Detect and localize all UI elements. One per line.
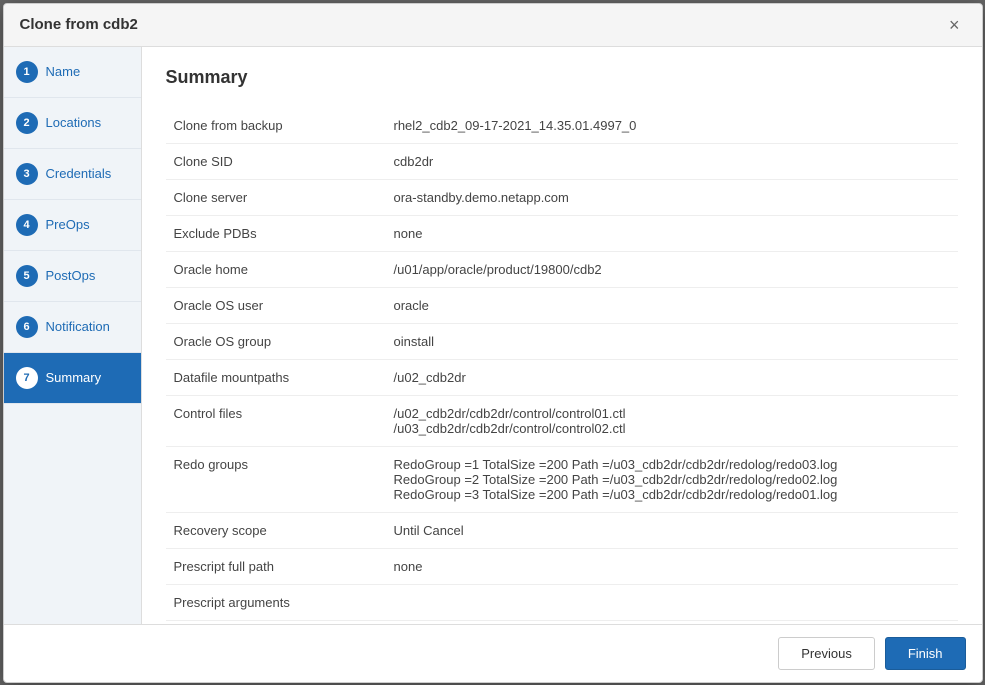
modal-body: 1 Name 2 Locations 3 Credentials 4 PreOps 5 PostO… (4, 47, 982, 624)
sidebar-item-credentials[interactable]: 3 Credentials (4, 149, 141, 200)
row-label: Redo groups (166, 446, 386, 512)
table-row: Recovery scopeUntil Cancel (166, 512, 958, 548)
row-value: none (386, 548, 958, 584)
row-value: oinstall (386, 323, 958, 359)
step-circle-7: 7 (16, 367, 38, 389)
previous-button[interactable]: Previous (778, 637, 875, 670)
table-row: Oracle home/u01/app/oracle/product/19800… (166, 251, 958, 287)
modal: Clone from cdb2 × 1 Name 2 Locations 3 Creden… (3, 3, 983, 683)
row-value: none (386, 215, 958, 251)
row-label: Exclude PDBs (166, 215, 386, 251)
row-label: Clone server (166, 179, 386, 215)
table-row: Control files/u02_cdb2dr/cdb2dr/control/… (166, 395, 958, 446)
step-circle-5: 5 (16, 265, 38, 287)
modal-header: Clone from cdb2 × (4, 4, 982, 47)
sidebar-item-label: PostOps (46, 268, 96, 283)
row-label: Oracle home (166, 251, 386, 287)
sidebar-item-label: PreOps (46, 217, 90, 232)
step-circle-1: 1 (16, 61, 38, 83)
row-label: Control files (166, 395, 386, 446)
sidebar-item-label: Name (46, 64, 81, 79)
row-value: /u02_cdb2dr (386, 359, 958, 395)
sidebar: 1 Name 2 Locations 3 Credentials 4 PreOps 5 PostO… (4, 47, 142, 624)
step-circle-2: 2 (16, 112, 38, 134)
row-value: cdb2dr (386, 143, 958, 179)
row-value: /u02_cdb2dr/cdb2dr/control/control01.ctl… (386, 395, 958, 446)
sidebar-item-label: Summary (46, 370, 102, 385)
step-circle-3: 3 (16, 163, 38, 185)
sidebar-item-summary[interactable]: 7 Summary (4, 353, 141, 404)
sidebar-item-label: Credentials (46, 166, 112, 181)
modal-footer: Previous Finish (4, 624, 982, 682)
step-circle-4: 4 (16, 214, 38, 236)
row-label: Recovery scope (166, 512, 386, 548)
row-value: /u01/app/oracle/product/19800/cdb2 (386, 251, 958, 287)
finish-button[interactable]: Finish (885, 637, 966, 670)
row-label: Oracle OS user (166, 287, 386, 323)
row-label: Clone SID (166, 143, 386, 179)
table-row: Oracle OS groupoinstall (166, 323, 958, 359)
row-value: none (386, 620, 958, 624)
row-value (386, 584, 958, 620)
table-row: Clone SIDcdb2dr (166, 143, 958, 179)
row-label: Datafile mountpaths (166, 359, 386, 395)
modal-title: Clone from cdb2 (20, 16, 138, 33)
table-row: Prescript arguments (166, 584, 958, 620)
step-circle-6: 6 (16, 316, 38, 338)
row-value: oracle (386, 287, 958, 323)
content-title: Summary (166, 67, 958, 88)
row-value: ora-standby.demo.netapp.com (386, 179, 958, 215)
sidebar-item-label: Locations (46, 115, 102, 130)
row-value: Until Cancel (386, 512, 958, 548)
summary-table: Clone from backuprhel2_cdb2_09-17-2021_1… (166, 108, 958, 624)
modal-overlay: Clone from cdb2 × 1 Name 2 Locations 3 Creden… (0, 0, 985, 685)
main-content: Summary Clone from backuprhel2_cdb2_09-1… (142, 47, 982, 624)
table-row: Redo groupsRedoGroup =1 TotalSize =200 P… (166, 446, 958, 512)
content-area[interactable]: Summary Clone from backuprhel2_cdb2_09-1… (142, 47, 982, 624)
table-row: Postscript full pathnone (166, 620, 958, 624)
table-row: Exclude PDBsnone (166, 215, 958, 251)
row-label: Oracle OS group (166, 323, 386, 359)
sidebar-item-locations[interactable]: 2 Locations (4, 98, 141, 149)
close-button[interactable]: × (943, 14, 966, 36)
sidebar-item-postops[interactable]: 5 PostOps (4, 251, 141, 302)
row-label: Prescript full path (166, 548, 386, 584)
sidebar-item-preops[interactable]: 4 PreOps (4, 200, 141, 251)
row-value: RedoGroup =1 TotalSize =200 Path =/u03_c… (386, 446, 958, 512)
table-row: Prescript full pathnone (166, 548, 958, 584)
sidebar-item-notification[interactable]: 6 Notification (4, 302, 141, 353)
sidebar-item-label: Notification (46, 319, 110, 334)
row-label: Postscript full path (166, 620, 386, 624)
table-row: Clone serverora-standby.demo.netapp.com (166, 179, 958, 215)
row-label: Prescript arguments (166, 584, 386, 620)
table-row: Oracle OS useroracle (166, 287, 958, 323)
table-row: Clone from backuprhel2_cdb2_09-17-2021_1… (166, 108, 958, 144)
sidebar-item-name[interactable]: 1 Name (4, 47, 141, 98)
table-row: Datafile mountpaths/u02_cdb2dr (166, 359, 958, 395)
row-label: Clone from backup (166, 108, 386, 144)
row-value: rhel2_cdb2_09-17-2021_14.35.01.4997_0 (386, 108, 958, 144)
